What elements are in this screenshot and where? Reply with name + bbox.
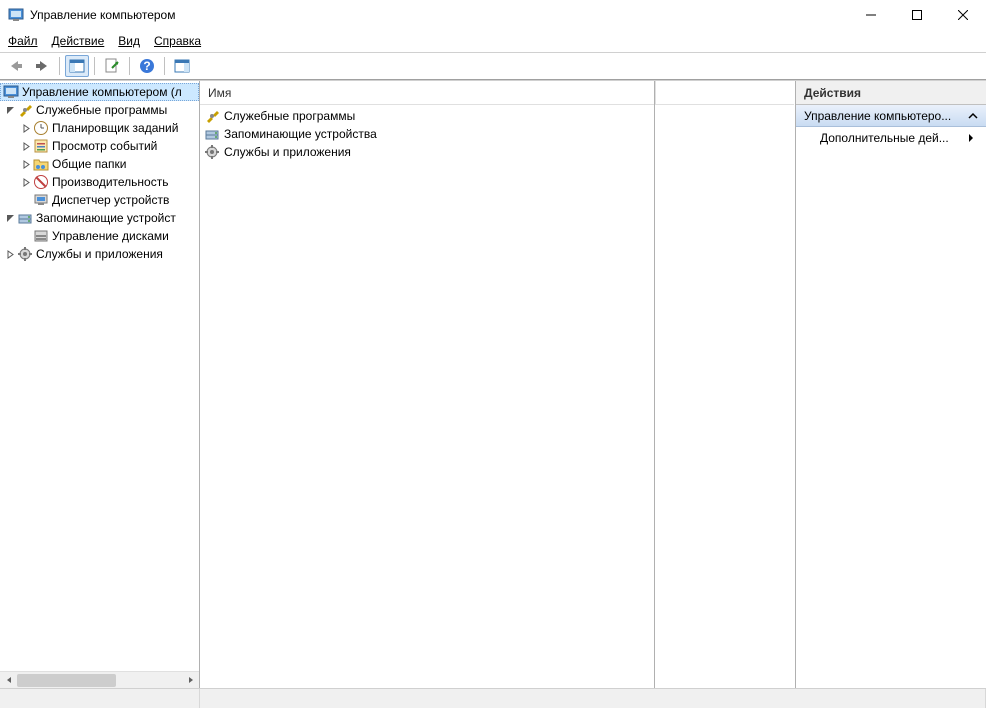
status-cell <box>0 689 200 708</box>
close-button[interactable] <box>940 0 986 30</box>
toolbar-separator <box>129 57 130 75</box>
tree-services-apps[interactable]: Службы и приложения <box>0 245 199 263</box>
tree-label: Управление дисками <box>52 229 169 243</box>
tools-icon <box>17 102 33 118</box>
list-item-label: Службы и приложения <box>224 145 351 159</box>
collapse-icon[interactable] <box>4 212 16 224</box>
storage-icon <box>204 126 220 142</box>
nav-forward-button[interactable] <box>30 55 54 77</box>
tree-event-viewer[interactable]: Просмотр событий <box>0 137 199 155</box>
app-icon <box>8 7 24 23</box>
help-button[interactable]: ? <box>135 55 159 77</box>
status-cell <box>200 689 986 708</box>
computer-management-icon <box>3 84 19 100</box>
scroll-right-button[interactable] <box>182 672 199 689</box>
menu-help[interactable]: Справка <box>154 34 201 48</box>
tree-task-scheduler[interactable]: Планировщик заданий <box>0 119 199 137</box>
titlebar: Управление компьютером <box>0 0 986 30</box>
tree-performance[interactable]: Производительность <box>0 173 199 191</box>
show-hide-tree-button[interactable] <box>65 55 89 77</box>
actions-more-item[interactable]: Дополнительные дей... <box>796 127 986 149</box>
svg-text:?: ? <box>143 59 150 73</box>
scroll-track[interactable] <box>17 672 182 689</box>
actions-item-label: Дополнительные дей... <box>820 131 949 145</box>
tree-pane: Управление компьютером (л Служебные прог… <box>0 81 200 688</box>
scroll-left-button[interactable] <box>0 672 17 689</box>
toolbar-separator <box>164 57 165 75</box>
toolbar-separator <box>59 57 60 75</box>
tree-system-tools[interactable]: Служебные программы <box>0 101 199 119</box>
tools-icon <box>204 108 220 124</box>
expand-icon[interactable] <box>20 176 32 188</box>
toolbar: ? <box>0 52 986 80</box>
menu-view[interactable]: Вид <box>118 34 140 48</box>
actions-section-label: Управление компьютеро... <box>804 109 951 123</box>
menu-action[interactable]: Действие <box>52 34 105 48</box>
tree-label: Управление компьютером (л <box>22 85 182 99</box>
list-empty-column <box>655 81 795 688</box>
list-column-header[interactable]: Имя <box>200 81 654 105</box>
minimize-button[interactable] <box>848 0 894 30</box>
expand-icon[interactable] <box>20 122 32 134</box>
tree: Управление компьютером (л Служебные прог… <box>0 81 199 671</box>
event-viewer-icon <box>33 138 49 154</box>
clock-icon <box>33 120 49 136</box>
tree-label: Общие папки <box>52 157 126 171</box>
device-manager-icon <box>33 192 49 208</box>
column-name-label: Имя <box>208 86 231 100</box>
statusbar <box>0 688 986 708</box>
expand-icon[interactable] <box>4 248 16 260</box>
horizontal-scrollbar[interactable] <box>0 671 199 688</box>
tree-disk-management[interactable]: Управление дисками <box>0 227 199 245</box>
collapse-up-icon <box>968 112 978 120</box>
list-pane: Имя Служебные программы Запоминающие уст… <box>200 81 795 688</box>
window-title: Управление компьютером <box>30 8 848 22</box>
collapse-icon[interactable] <box>4 104 16 116</box>
actions-header-label: Действия <box>804 86 861 100</box>
menu-file[interactable]: Файл <box>8 34 38 48</box>
services-icon <box>17 246 33 262</box>
expand-icon[interactable] <box>20 140 32 152</box>
list-item-label: Служебные программы <box>224 109 355 123</box>
toolbar-separator <box>94 57 95 75</box>
actions-section-header[interactable]: Управление компьютеро... <box>796 105 986 127</box>
storage-icon <box>17 210 33 226</box>
tree-shared-folders[interactable]: Общие папки <box>0 155 199 173</box>
tree-label: Служебные программы <box>36 103 167 117</box>
disk-management-icon <box>33 228 49 244</box>
shared-folders-icon <box>33 156 49 172</box>
tree-storage[interactable]: Запоминающие устройст <box>0 209 199 227</box>
actions-pane: Действия Управление компьютеро... Дополн… <box>795 81 986 688</box>
tree-root[interactable]: Управление компьютером (л <box>0 83 199 101</box>
body: Управление компьютером (л Служебные прог… <box>0 80 986 688</box>
list-item-label: Запоминающие устройства <box>224 127 377 141</box>
list-item-system-tools[interactable]: Служебные программы <box>204 107 650 125</box>
tree-label: Запоминающие устройст <box>36 211 176 225</box>
performance-icon <box>33 174 49 190</box>
expand-icon[interactable] <box>20 158 32 170</box>
actions-pane-header: Действия <box>796 81 986 105</box>
submenu-arrow-icon <box>968 133 974 143</box>
services-icon <box>204 144 220 160</box>
properties-button[interactable] <box>100 55 124 77</box>
tree-label: Службы и приложения <box>36 247 163 261</box>
empty-column-header[interactable] <box>655 81 794 105</box>
show-hide-action-pane-button[interactable] <box>170 55 194 77</box>
list-item-storage[interactable]: Запоминающие устройства <box>204 125 650 143</box>
scroll-thumb[interactable] <box>17 674 116 687</box>
tree-device-manager[interactable]: Диспетчер устройств <box>0 191 199 209</box>
nav-back-button[interactable] <box>4 55 28 77</box>
tree-label: Просмотр событий <box>52 139 157 153</box>
tree-label: Планировщик заданий <box>52 121 178 135</box>
menubar: Файл Действие Вид Справка <box>0 30 986 52</box>
tree-label: Производительность <box>52 175 168 189</box>
tree-label: Диспетчер устройств <box>52 193 169 207</box>
maximize-button[interactable] <box>894 0 940 30</box>
list-item-services[interactable]: Службы и приложения <box>204 143 650 161</box>
